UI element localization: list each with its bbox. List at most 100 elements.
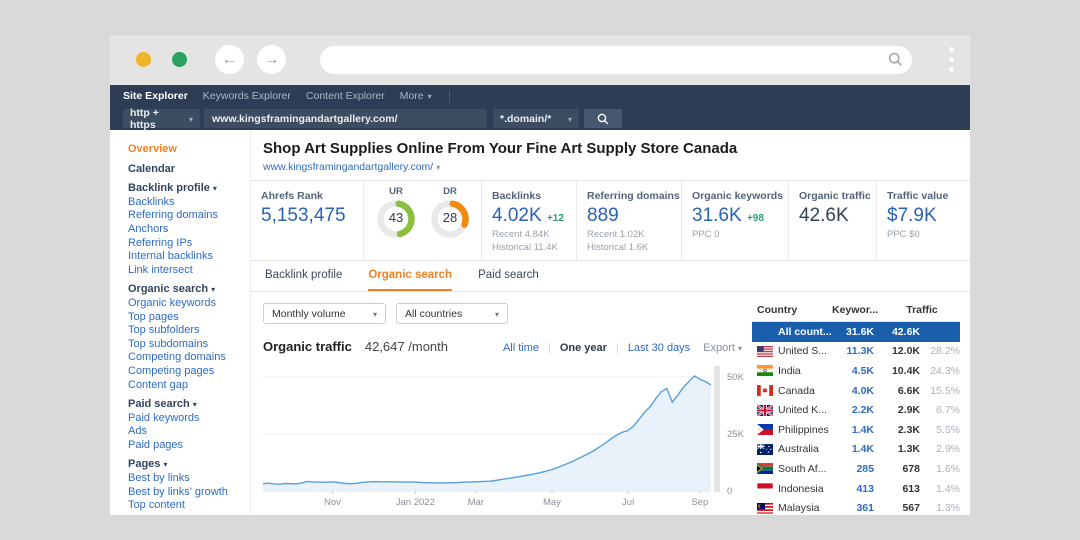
country-row-united-s[interactable]: United S...11.3K12.0K28.2% xyxy=(752,342,960,362)
sidebar-item-pages[interactable]: Pages xyxy=(128,458,250,472)
sidebar-item-top-subdomains[interactable]: Top subdomains xyxy=(128,338,250,352)
chevron-down-icon xyxy=(436,161,440,173)
export-button[interactable]: Export xyxy=(703,342,742,354)
browser-menu-icon[interactable] xyxy=(949,47,954,77)
country-traffic-pct: 2.9% xyxy=(920,443,960,455)
browser-window: ← → Site Explorer Keywords Explorer Conten… xyxy=(110,35,970,515)
country-row-malaysia[interactable]: Malaysia3615671.3% xyxy=(752,498,960,515)
chart-section: Monthly volume All countries Organic tra… xyxy=(251,292,752,515)
sidebar-item-backlinks[interactable]: Backlinks xyxy=(128,196,250,210)
country-row-india[interactable]: India4.5K10.4K24.3% xyxy=(752,361,960,381)
section-tabs: Backlink profile Organic search Paid searc… xyxy=(251,261,970,292)
tab-organic-search[interactable]: Organic search xyxy=(368,261,452,291)
country-traffic: 678 xyxy=(874,463,920,475)
sidebar-item-top-subfolders[interactable]: Top subfolders xyxy=(128,324,250,338)
search-button[interactable] xyxy=(584,109,622,128)
flag-us-icon xyxy=(757,346,773,357)
window-minimize-dot[interactable] xyxy=(136,52,151,67)
scope-select[interactable]: *.domain/* xyxy=(493,109,579,128)
country-name: India xyxy=(778,365,801,377)
flag-in-icon xyxy=(757,365,773,376)
volume-select[interactable]: Monthly volume xyxy=(263,303,386,324)
sidebar-item-calendar[interactable]: Calendar xyxy=(128,163,250,177)
nav-item-keywords-explorer[interactable]: Keywords Explorer xyxy=(203,90,291,102)
metrics-row: Ahrefs Rank 5,153,475 UR43 DR28 Backlink… xyxy=(251,181,970,261)
ur-donut: UR43 xyxy=(374,186,418,244)
range-all-time[interactable]: All time xyxy=(503,342,539,354)
country-name: Canada xyxy=(778,385,815,397)
time-range-links: All time | One year | Last 30 days Export xyxy=(503,342,742,354)
chevron-down-icon xyxy=(373,308,377,320)
sidebar-item-paid-pages[interactable]: Paid pages xyxy=(128,439,250,453)
nav-item-more[interactable]: More xyxy=(400,90,432,102)
tab-backlink-profile[interactable]: Backlink profile xyxy=(265,261,342,291)
sidebar-item-internal-backlinks[interactable]: Internal backlinks xyxy=(128,250,250,264)
browser-address-bar[interactable] xyxy=(320,46,912,74)
sidebar-item-referring-domains[interactable]: Referring domains xyxy=(128,209,250,223)
country-traffic: 567 xyxy=(874,502,920,514)
sidebar-item-paid-keywords[interactable]: Paid keywords xyxy=(128,412,250,426)
x-axis-tick: Mar xyxy=(468,497,484,508)
traffic-column-header[interactable]: Traffic xyxy=(884,304,960,316)
flag-za-icon xyxy=(757,463,773,474)
browser-back-button[interactable]: ← xyxy=(215,45,244,74)
sidebar-item-competing-pages[interactable]: Competing pages xyxy=(128,365,250,379)
sidebar-item-overview[interactable]: Overview xyxy=(128,143,250,157)
sidebar-item-top-pages[interactable]: Top pages xyxy=(128,311,250,325)
protocol-select[interactable]: http + https xyxy=(123,109,200,128)
browser-forward-button[interactable]: → xyxy=(257,45,286,74)
country-keywords: 1.4K xyxy=(832,443,874,455)
sidebar-item-link-intersect[interactable]: Link intersect xyxy=(128,264,250,278)
country-row-philippines[interactable]: Philippines1.4K2.3K5.5% xyxy=(752,420,960,440)
sidebar-item-best-by-links-growth[interactable]: Best by links' growth xyxy=(128,486,250,500)
target-url-input[interactable]: www.kingsframingandartgallery.com/ xyxy=(204,109,487,128)
country-traffic-pct: 6.7% xyxy=(920,404,960,416)
country-traffic-pct: 28.2% xyxy=(920,345,960,357)
nav-item-site-explorer[interactable]: Site Explorer xyxy=(123,90,188,102)
country-row-all-count[interactable]: All count...31.6K42.6K xyxy=(752,322,960,342)
sidebar-item-anchors[interactable]: Anchors xyxy=(128,223,250,237)
sidebar-item-top-content[interactable]: Top content xyxy=(128,499,250,513)
sidebar-item-paid-search[interactable]: Paid search xyxy=(128,398,250,412)
country-row-united-k[interactable]: United K...2.2K2.9K6.7% xyxy=(752,400,960,420)
keywords-column-header[interactable]: Keywor... xyxy=(832,304,884,316)
country-keywords: 361 xyxy=(832,502,874,514)
sidebar-item-ads[interactable]: Ads xyxy=(128,425,250,439)
chevron-down-icon xyxy=(213,182,217,196)
country-row-australia[interactable]: Australia 1.4K1.3K2.9% xyxy=(752,440,960,460)
country-row-canada[interactable]: Canada4.0K6.6K15.5% xyxy=(752,381,960,401)
range-last-30-days[interactable]: Last 30 days xyxy=(628,342,690,354)
country-traffic: 10.4K xyxy=(874,365,920,377)
country-select[interactable]: All countries xyxy=(396,303,508,324)
sidebar-item-referring-ips[interactable]: Referring IPs xyxy=(128,237,250,251)
sidebar-item-competing-domains[interactable]: Competing domains xyxy=(128,351,250,365)
tab-paid-search[interactable]: Paid search xyxy=(478,261,539,291)
sidebar-item-backlink-profile[interactable]: Backlink profile xyxy=(128,182,250,196)
x-axis-tick: May xyxy=(543,497,561,508)
country-keywords: 11.3K xyxy=(832,345,874,357)
sidebar-item-organic-keywords[interactable]: Organic keywords xyxy=(128,297,250,311)
country-traffic: 2.9K xyxy=(874,404,920,416)
separator: | xyxy=(616,342,619,354)
separator: | xyxy=(548,342,551,354)
country-traffic: 1.3K xyxy=(874,443,920,455)
country-name: All count... xyxy=(778,326,832,338)
metric-referring-domains: Referring domains 889 Recent 1.02K Histo… xyxy=(577,181,682,260)
country-table: Country Keywor... Traffic All count...31… xyxy=(752,292,970,515)
country-name: Australia xyxy=(778,443,819,455)
target-input-row: http + https www.kingsframingandartgalle… xyxy=(110,107,970,130)
country-row-south-af[interactable]: South Af...2856781.6% xyxy=(752,459,960,479)
window-maximize-dot[interactable] xyxy=(172,52,187,67)
nav-item-content-explorer[interactable]: Content Explorer xyxy=(306,90,385,102)
flag-ph-icon xyxy=(757,424,773,435)
sidebar-item-organic-search[interactable]: Organic search xyxy=(128,283,250,297)
chevron-down-icon xyxy=(193,398,197,412)
country-row-indonesia[interactable]: Indonesia4136131.4% xyxy=(752,479,960,499)
search-icon xyxy=(888,52,903,72)
domain-link[interactable]: www.kingsframingandartgallery.com/ xyxy=(263,161,958,173)
sidebar-item-best-by-links[interactable]: Best by links xyxy=(128,472,250,486)
chevron-down-icon xyxy=(163,458,167,472)
country-traffic-pct: 5.5% xyxy=(920,424,960,436)
range-one-year[interactable]: One year xyxy=(560,342,607,354)
sidebar-item-content-gap[interactable]: Content gap xyxy=(128,379,250,393)
